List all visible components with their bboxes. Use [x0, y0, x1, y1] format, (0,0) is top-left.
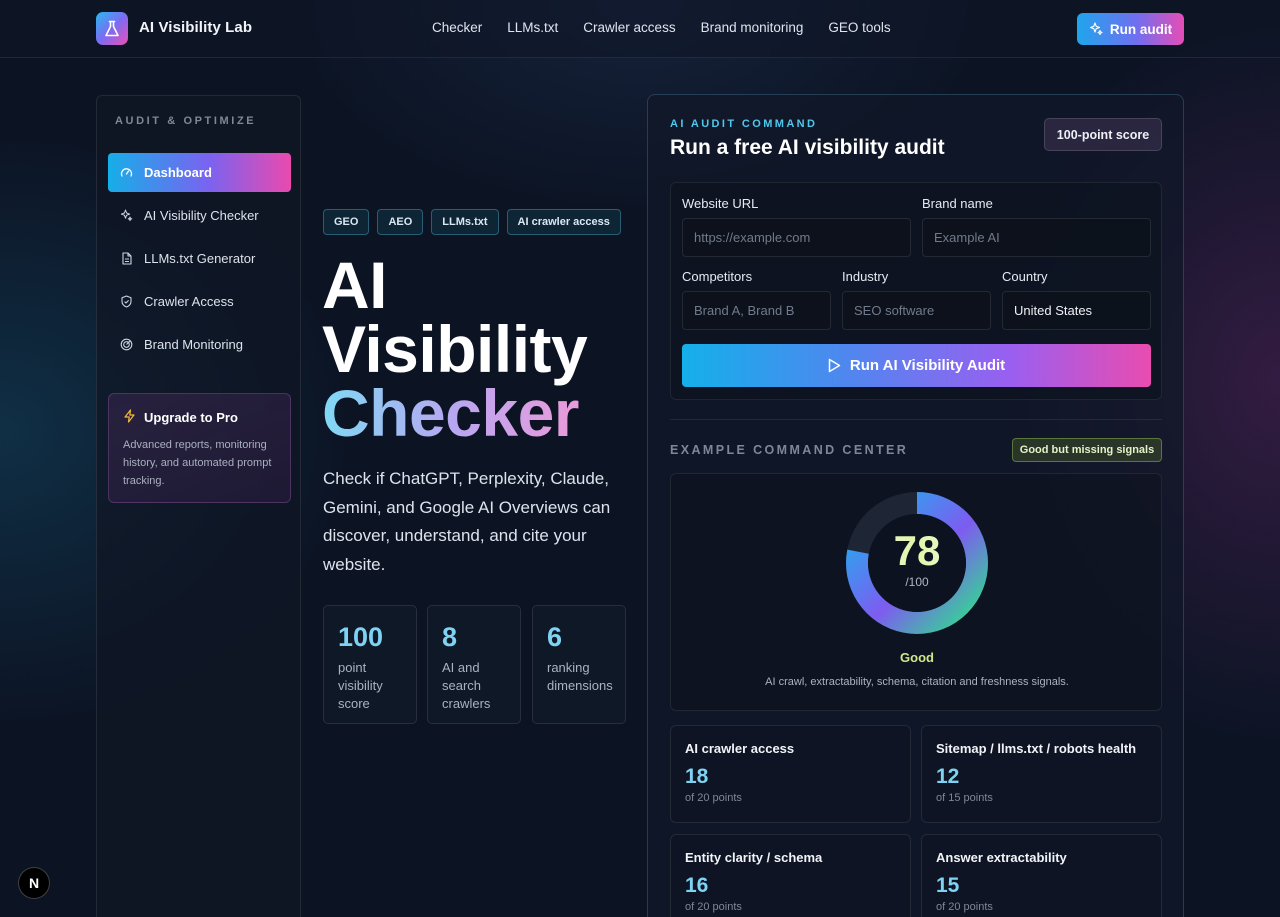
metric-subtitle: of 20 points — [685, 792, 742, 804]
stat-value: 100 — [338, 622, 384, 652]
upgrade-pro-text: Advanced reports, monitoring history, an… — [123, 439, 272, 487]
upgrade-pro-card[interactable]: Upgrade to Pro Advanced reports, monitor… — [108, 393, 291, 503]
metric-title: Entity clarity / schema — [685, 850, 823, 865]
metric-value: 15 — [936, 874, 960, 897]
audit-kicker: AI AUDIT COMMAND — [670, 118, 818, 130]
metric-card-entity-clarity: Entity clarity / schema 16 of 20 points — [670, 834, 911, 917]
tag-geo: GEO — [323, 209, 370, 235]
sidebar: AUDIT & OPTIMIZE Dashboard AI Visibility… — [96, 95, 301, 917]
hero-description: Check if ChatGPT, Perplexity, Claude, Ge… — [323, 469, 611, 575]
metric-subtitle: of 15 points — [936, 792, 993, 804]
brand-name-label: Brand name — [922, 196, 993, 211]
nav-link-brand-monitoring[interactable]: Brand monitoring — [701, 20, 804, 35]
gauge-score: 78 — [845, 527, 989, 575]
audit-title: Run a free AI visibility audit — [670, 136, 945, 159]
sidebar-heading: AUDIT & OPTIMIZE — [115, 115, 257, 127]
gauge-description: AI crawl, extractability, schema, citati… — [765, 676, 1069, 688]
industry-label: Industry — [842, 269, 889, 284]
score-gauge-card: 78 /100 Good AI crawl, extractability, s… — [670, 473, 1162, 711]
top-navbar: AI Visibility Lab Checker LLMs.txt Crawl… — [0, 0, 1280, 58]
metric-value: 12 — [936, 765, 960, 788]
run-audit-label: Run audit — [1109, 21, 1173, 37]
sidebar-item-ai-visibility-checker[interactable]: AI Visibility Checker — [108, 196, 291, 235]
sidebar-item-crawler-access[interactable]: Crawler Access — [108, 282, 291, 321]
nav-link-geo-tools[interactable]: GEO tools — [828, 20, 890, 35]
tag-ai-crawler-access: AI crawler access — [506, 209, 621, 235]
sparkle-icon — [120, 209, 133, 222]
nav-links: Checker LLMs.txt Crawler access Brand mo… — [432, 20, 916, 35]
stat-value: 6 — [547, 622, 563, 652]
play-icon — [828, 358, 841, 373]
sidebar-item-label: LLMs.txt Generator — [144, 251, 256, 266]
document-icon — [120, 252, 133, 265]
gauge-icon — [120, 166, 133, 179]
metric-value: 16 — [685, 874, 709, 897]
stat-card: 100 point visibility score — [323, 605, 417, 724]
hero-title-line2: Visibility — [322, 312, 588, 386]
corner-logo-badge[interactable]: N — [18, 867, 50, 899]
hero-title-line1: AI — [322, 248, 388, 322]
audit-panel: AI AUDIT COMMAND Run a free AI visibilit… — [647, 94, 1184, 917]
sidebar-item-label: Crawler Access — [144, 294, 234, 309]
run-audit-button[interactable]: Run audit — [1077, 13, 1184, 45]
run-visibility-audit-button[interactable]: Run AI Visibility Audit — [682, 344, 1151, 387]
lightning-icon — [123, 409, 136, 426]
industry-input[interactable] — [842, 291, 991, 330]
metric-title: Sitemap / llms.txt / robots health — [936, 741, 1137, 756]
brand-name-input[interactable] — [922, 218, 1151, 257]
nav-link-checker[interactable]: Checker — [432, 20, 482, 35]
metric-card-answer-extractability: Answer extractability 15 of 20 points — [921, 834, 1162, 917]
stat-card: 8 AI and search crawlers — [427, 605, 521, 724]
score-gauge: 78 /100 — [845, 491, 989, 635]
sidebar-item-llms-txt-generator[interactable]: LLMs.txt Generator — [108, 239, 291, 278]
metric-value: 18 — [685, 765, 709, 788]
tag-llms-txt: LLMs.txt — [431, 209, 499, 235]
metric-card-sitemap-health: Sitemap / llms.txt / robots health 12 of… — [921, 725, 1162, 823]
nav-link-crawler-access[interactable]: Crawler access — [583, 20, 675, 35]
panel-divider — [670, 419, 1162, 420]
metric-title: AI crawler access — [685, 741, 795, 756]
status-badge: Good but missing signals — [1012, 438, 1162, 462]
run-visibility-audit-label: Run AI Visibility Audit — [849, 357, 1006, 374]
metric-card-ai-crawler-access: AI crawler access 18 of 20 points — [670, 725, 911, 823]
gauge-rating: Good — [900, 650, 934, 665]
stat-card: 6 ranking dimensions — [532, 605, 626, 724]
hero-title: AI Visibility Checker — [322, 248, 588, 446]
metric-subtitle: of 20 points — [936, 901, 993, 913]
shield-icon — [120, 295, 133, 308]
hero-title-line3: Checker — [322, 380, 587, 446]
brand-name[interactable]: AI Visibility Lab — [139, 19, 252, 36]
score-pill: 100-point score — [1044, 118, 1162, 151]
stat-value: 8 — [442, 622, 458, 652]
stat-label: point visibility score — [338, 660, 383, 711]
metric-subtitle: of 20 points — [685, 901, 742, 913]
sparkle-icon — [1089, 22, 1103, 36]
website-url-input[interactable] — [682, 218, 911, 257]
website-url-label: Website URL — [682, 196, 759, 211]
tag-aeo: AEO — [377, 209, 424, 235]
command-center-heading: EXAMPLE COMMAND CENTER — [670, 443, 909, 457]
metric-title: Answer extractability — [936, 850, 1067, 865]
audit-form: Website URL Brand name Competitors Indus… — [670, 182, 1162, 400]
nav-link-llms-txt[interactable]: LLMs.txt — [507, 20, 558, 35]
country-input[interactable] — [1002, 291, 1151, 330]
stat-label: AI and search crawlers — [442, 660, 491, 711]
sidebar-item-label: Dashboard — [144, 165, 212, 180]
hero-tags: GEO AEO LLMs.txt AI crawler access — [323, 209, 621, 235]
gauge-max: /100 — [905, 575, 929, 589]
flask-icon[interactable] — [96, 12, 128, 45]
sidebar-item-label: Brand Monitoring — [144, 337, 243, 352]
competitors-label: Competitors — [682, 269, 753, 284]
radar-icon — [120, 338, 133, 351]
stat-label: ranking dimensions — [547, 660, 613, 693]
sidebar-item-brand-monitoring[interactable]: Brand Monitoring — [108, 325, 291, 364]
sidebar-item-label: AI Visibility Checker — [144, 208, 259, 223]
competitors-input[interactable] — [682, 291, 831, 330]
country-label: Country — [1002, 269, 1048, 284]
sidebar-item-dashboard[interactable]: Dashboard — [108, 153, 291, 192]
upgrade-pro-title: Upgrade to Pro — [144, 410, 238, 425]
